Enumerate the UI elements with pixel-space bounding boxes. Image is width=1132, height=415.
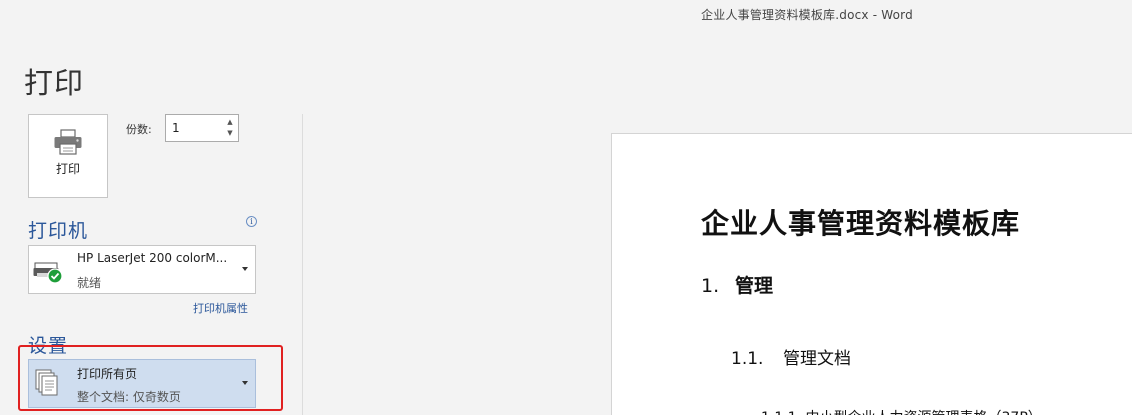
info-icon[interactable]: i	[246, 216, 257, 227]
printer-ready-icon	[33, 262, 63, 284]
highlight-annotation	[18, 345, 283, 411]
window-title: 企业人事管理资料模板库.docx - Word	[701, 8, 913, 22]
copies-decrement-icon[interactable]: ▼	[225, 128, 235, 139]
page-title: 打印	[24, 66, 85, 100]
print-button-label: 打印	[55, 162, 80, 176]
document-title: 企业人事管理资料模板库	[701, 207, 1021, 240]
chevron-down-icon	[242, 267, 248, 271]
print-preview-page: 企业人事管理资料模板库 1. 管理 1.1. 管理文档 1.1.1. 中小型企业人力…	[611, 133, 1132, 415]
heading-2: 1.1. 管理文档	[731, 344, 851, 369]
word-print-backstage: 企业人事管理资料模板库.docx - Word 打印 打印 份数: 1 ▲ ▼ …	[0, 0, 1132, 415]
printer-properties-link[interactable]: 打印机属性	[193, 300, 248, 316]
printer-dropdown[interactable]: HP LaserJet 200 colorM... 就绪	[28, 245, 256, 294]
copies-label: 份数:	[126, 123, 152, 136]
printer-status: 就绪	[77, 276, 102, 290]
heading-1: 1. 管理	[701, 271, 773, 298]
printer-name: HP LaserJet 200 colorM...	[77, 251, 228, 265]
heading-2-text: 管理文档	[783, 349, 851, 369]
heading-2-number: 1.1.	[731, 349, 764, 369]
heading-1-text: 管理	[735, 275, 774, 297]
panel-divider	[302, 114, 303, 415]
printer-icon	[54, 129, 82, 155]
copies-value: 1	[172, 121, 180, 135]
heading-1-number: 1.	[701, 275, 720, 297]
print-button[interactable]: 打印	[28, 114, 108, 198]
printer-section-title: 打印机	[28, 220, 89, 242]
copies-increment-icon[interactable]: ▲	[225, 117, 235, 128]
copies-stepper[interactable]: 1 ▲ ▼	[165, 114, 239, 142]
heading-3: 1.1.1. 中小型企业人力资源管理表格（37P）	[761, 407, 1042, 415]
